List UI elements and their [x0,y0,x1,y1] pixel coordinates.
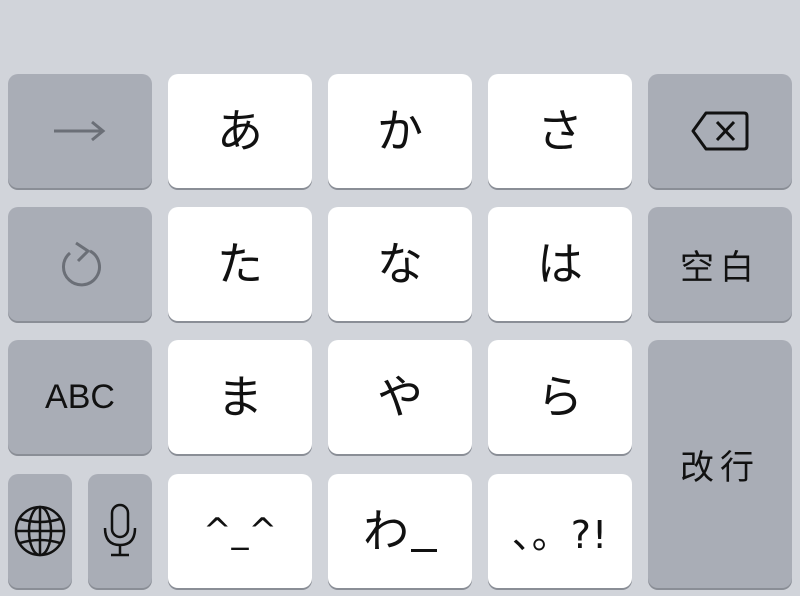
abc-key[interactable]: ABC [8,340,152,454]
key-a-label: あ [217,104,263,158]
kana-keyboard: あ か さ た な は 空白 ABC ま や ら 改行 ^_^ わ 、。?! [0,0,800,596]
key-sa-label: さ [537,104,583,158]
space-key[interactable]: 空白 [648,207,792,321]
delete-backspace-icon [690,109,750,153]
key-ta-label: た [217,237,263,291]
long-vowel-mark [411,549,437,552]
dictation-key[interactable] [88,474,152,588]
key-ya[interactable]: や [328,340,472,454]
kaomoji-key-label: ^_^ [203,511,277,551]
return-key-label: 改行 [680,447,760,488]
return-key[interactable]: 改行 [648,340,792,588]
key-ya-label: や [377,370,423,424]
undo-key[interactable] [8,207,152,321]
key-ha-label: は [537,237,583,291]
punctuation-key-label: 、。?! [511,512,609,557]
key-ra-label: ら [537,370,583,424]
key-wa[interactable]: わ [328,474,472,588]
key-sa[interactable]: さ [488,74,632,188]
globe-icon [13,504,67,558]
key-ma-label: ま [217,370,263,424]
kaomoji-key[interactable]: ^_^ [168,474,312,588]
undo-icon [56,239,104,289]
key-ka-label: か [377,104,423,158]
key-na[interactable]: な [328,207,472,321]
next-candidate-key[interactable] [8,74,152,188]
punctuation-key[interactable]: 、。?! [488,474,632,588]
key-wa-group: わ [363,508,437,554]
delete-key[interactable] [648,74,792,188]
key-ta[interactable]: た [168,207,312,321]
globe-key[interactable] [8,474,72,588]
key-na-label: な [377,237,423,291]
right-arrow-icon [52,119,108,143]
key-ma[interactable]: ま [168,340,312,454]
key-ka[interactable]: か [328,74,472,188]
key-ha[interactable]: は [488,207,632,321]
key-wa-label: わ [363,504,409,558]
microphone-icon [102,502,138,560]
key-ra[interactable]: ら [488,340,632,454]
space-key-label: 空白 [680,247,760,288]
key-a[interactable]: あ [168,74,312,188]
abc-key-label: ABC [45,377,115,416]
